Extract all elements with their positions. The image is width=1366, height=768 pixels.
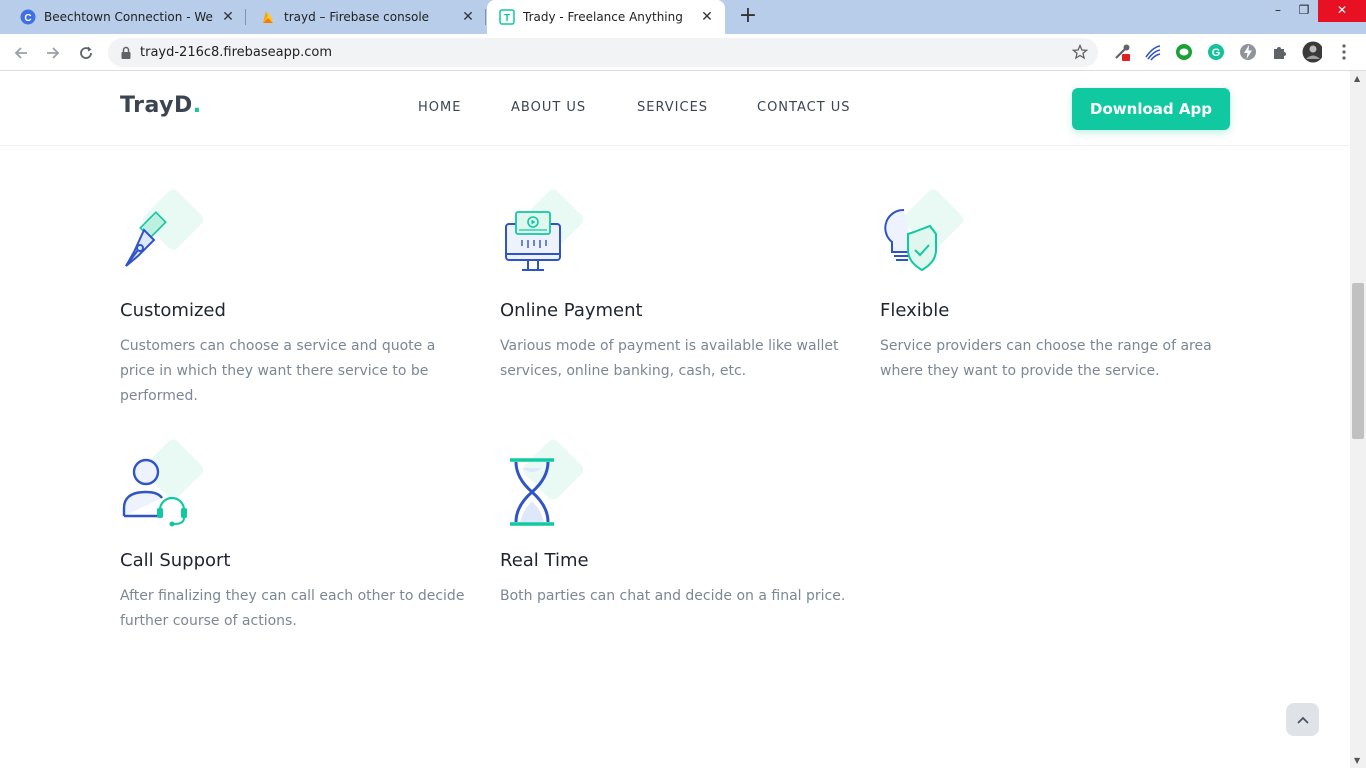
extensions-puzzle-icon[interactable] <box>1270 42 1290 62</box>
tab-title: trayd – Firebase console <box>284 10 430 24</box>
site-logo[interactable]: TrayD. <box>120 93 202 118</box>
close-icon[interactable]: ✕ <box>460 9 476 25</box>
window-close-button[interactable]: ✕ <box>1318 0 1366 22</box>
scroll-to-top-button[interactable] <box>1286 703 1319 736</box>
scroll-down-arrow-icon[interactable]: ▼ <box>1354 756 1360 765</box>
feature-title: Online Payment <box>500 300 643 321</box>
feature-title: Call Support <box>120 550 231 571</box>
hourglass-icon <box>510 439 584 526</box>
restore-button[interactable]: ❐ <box>1289 0 1319 22</box>
arrow-right-icon <box>47 47 60 59</box>
trady-t-icon: T <box>499 9 515 25</box>
nav-contact-us[interactable]: CONTACT US <box>757 100 851 115</box>
svg-text:C: C <box>24 13 31 24</box>
feature-description: After finalizing they can call each othe… <box>120 588 465 629</box>
address-bar[interactable]: trayd-216c8.firebaseapp.com <box>108 38 1098 67</box>
reload-button[interactable] <box>73 40 99 66</box>
new-tab-button[interactable]: + <box>736 5 760 29</box>
browser-tab-trady[interactable]: T Trady - Freelance Anything ✕ <box>487 0 725 34</box>
browser-tab-beechtown[interactable]: C Beechtown Connection - Website ✕ <box>8 0 246 34</box>
web-page: TrayD. HOME ABOUT US SERVICES CONTACT US… <box>0 71 1350 768</box>
scroll-up-arrow-icon[interactable]: ▲ <box>1354 74 1360 83</box>
page-scrollbar[interactable]: ▲ ▼ <box>1350 71 1366 768</box>
feature-description: Service providers can choose the range o… <box>880 338 1212 379</box>
logo-dot: . <box>192 93 202 118</box>
browser-tab-firebase[interactable]: trayd – Firebase console ✕ <box>248 0 486 34</box>
tab-title: Beechtown Connection - Website <box>44 10 214 24</box>
download-app-button[interactable]: Download App <box>1072 88 1230 130</box>
feature-title: Real Time <box>500 550 589 571</box>
feature-description: Various mode of payment is available lik… <box>500 338 839 379</box>
beechtown-c-icon: C <box>20 9 36 25</box>
arrow-left-icon <box>14 47 27 59</box>
svg-text:T: T <box>504 13 510 24</box>
browser-menu-icon[interactable] <box>1334 42 1354 62</box>
back-button[interactable] <box>8 40 34 66</box>
grammarly-icon[interactable]: G <box>1206 42 1226 62</box>
monitor-payment-icon <box>505 189 584 271</box>
feature-description: Both parties can chat and decide on a fi… <box>500 588 846 604</box>
site-header: TrayD. HOME ABOUT US SERVICES CONTACT US… <box>0 71 1350 146</box>
tab-title: Trady - Freelance Anything <box>523 10 683 24</box>
feature-description: Customers can choose a service and quote… <box>120 338 436 404</box>
browser-toolbar: trayd-216c8.firebaseapp.com G <box>0 34 1366 71</box>
url-text: trayd-216c8.firebaseapp.com <box>140 45 333 60</box>
close-icon[interactable]: ✕ <box>699 9 715 25</box>
firebase-icon <box>260 9 276 25</box>
reload-icon <box>80 46 92 59</box>
chevron-up-icon <box>1296 716 1309 724</box>
profile-avatar[interactable] <box>1302 41 1322 63</box>
bookmark-star-icon[interactable] <box>1071 43 1089 64</box>
scrollbar-thumb[interactable] <box>1352 283 1364 439</box>
extension-waves-icon[interactable] <box>1143 42 1163 62</box>
pen-tool-icon <box>125 189 204 267</box>
nav-about-us[interactable]: ABOUT US <box>511 100 586 115</box>
svg-text:G: G <box>1212 47 1221 59</box>
extension-chat-icon[interactable] <box>1174 42 1194 62</box>
extension-lightning-icon[interactable] <box>1238 42 1258 62</box>
feature-title: Flexible <box>880 300 950 321</box>
lock-icon <box>121 46 131 59</box>
extension-dropper-icon[interactable] <box>1112 42 1132 62</box>
nav-services[interactable]: SERVICES <box>637 100 708 115</box>
feature-title: Customized <box>120 300 226 321</box>
browser-tab-bar: C Beechtown Connection - Website ✕ trayd… <box>0 0 1366 34</box>
nav-home[interactable]: HOME <box>418 100 461 115</box>
headset-user-icon <box>122 439 204 527</box>
bulb-shield-icon <box>884 189 964 272</box>
forward-button[interactable] <box>40 40 66 66</box>
logo-text: TrayD <box>120 93 193 118</box>
close-icon[interactable]: ✕ <box>220 9 236 25</box>
